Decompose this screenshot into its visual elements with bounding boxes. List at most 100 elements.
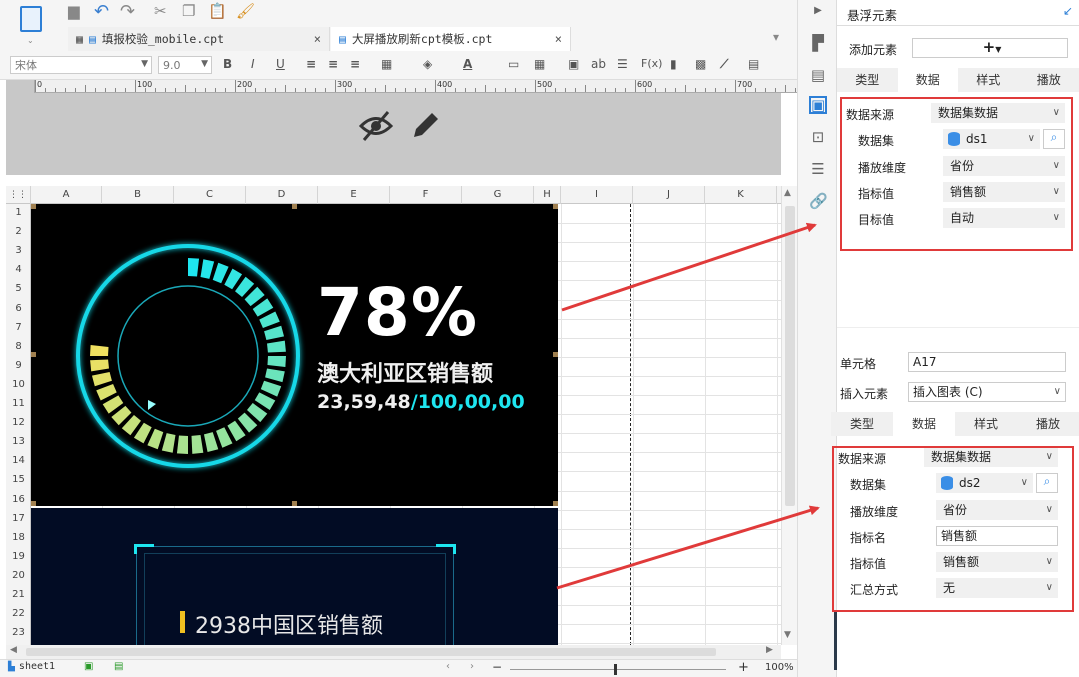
save-icon[interactable]: ▆ <box>68 2 80 20</box>
align-center-icon[interactable]: ≡ <box>328 57 338 71</box>
scroll-down-icon[interactable]: ▼ <box>784 630 791 640</box>
column-header-c[interactable]: C <box>174 186 246 204</box>
column-header-a[interactable]: A <box>31 186 102 204</box>
zoom-in-button[interactable]: + <box>738 660 749 675</box>
column-header-d[interactable]: D <box>246 186 318 204</box>
row-header-2[interactable]: 2 <box>6 226 31 237</box>
cell-attribute-icon[interactable]: ▛ <box>809 34 827 52</box>
merge-icon[interactable]: ▭ <box>508 57 519 71</box>
prev-sheet-icon[interactable]: ‹ <box>446 661 450 672</box>
sub-report-icon[interactable]: ▤ <box>748 57 759 71</box>
add-element-button[interactable]: +▼ <box>912 38 1068 58</box>
row-header-14[interactable]: 14 <box>6 455 31 466</box>
row-header-20[interactable]: 20 <box>6 570 31 581</box>
list-icon[interactable]: ☰ <box>617 57 628 71</box>
column-header-g[interactable]: G <box>462 186 534 204</box>
font-size-select[interactable]: 9.0 ▼ <box>158 56 212 74</box>
template-menu-icon[interactable] <box>20 6 42 32</box>
format-painter-icon[interactable]: 🖌 <box>236 2 255 20</box>
condition-icon[interactable]: ☰ <box>809 160 827 178</box>
column-header-b[interactable]: B <box>102 186 174 204</box>
next-sheet-icon[interactable]: › <box>470 661 474 672</box>
cell-chart-widget[interactable]: 2938中国区销售额 <box>31 508 558 645</box>
cell-input[interactable]: A17 <box>908 352 1066 372</box>
resize-handle[interactable] <box>553 204 558 209</box>
copy-icon[interactable]: ❐ <box>182 2 195 20</box>
resize-handle[interactable] <box>292 204 297 209</box>
italic-button[interactable]: I <box>251 57 255 71</box>
column-header-j[interactable]: J <box>633 186 705 204</box>
column-header-k[interactable]: K <box>705 186 777 204</box>
row-header-21[interactable]: 21 <box>6 589 31 600</box>
tab-style[interactable]: 样式 <box>955 412 1017 436</box>
row-header-13[interactable]: 13 <box>6 436 31 447</box>
tab-data[interactable]: 数据 <box>897 68 958 92</box>
paste-icon[interactable]: 📋 <box>208 2 227 20</box>
close-tab-icon[interactable]: × <box>555 32 562 46</box>
formula-button[interactable]: F(x) <box>641 57 662 70</box>
row-header-1[interactable]: 1 <box>6 207 31 218</box>
align-left-icon[interactable]: ≡ <box>306 57 316 71</box>
row-header-16[interactable]: 16 <box>6 494 31 505</box>
resize-handle[interactable] <box>553 352 558 357</box>
scroll-left-icon[interactable]: ◀ <box>10 645 17 655</box>
row-header-9[interactable]: 9 <box>6 360 31 371</box>
column-header-i[interactable]: I <box>561 186 633 204</box>
slash-icon[interactable]: ⟋ <box>720 57 728 72</box>
cell-info-icon[interactable]: ▤ <box>809 66 827 84</box>
row-header-10[interactable]: 10 <box>6 379 31 390</box>
row-header-18[interactable]: 18 <box>6 532 31 543</box>
text-element-button[interactable]: ab <box>591 57 606 71</box>
scroll-thumb[interactable] <box>26 648 716 656</box>
picture-icon[interactable]: ▩ <box>695 57 706 71</box>
row-header-3[interactable]: 3 <box>6 245 31 256</box>
select-all-icon[interactable]: ⋮⋮ <box>6 186 31 204</box>
menu-chevron-icon[interactable]: ⌄ <box>27 36 34 45</box>
tab-style[interactable]: 样式 <box>958 68 1019 92</box>
tab-data[interactable]: 数据 <box>893 412 955 436</box>
split-icon[interactable]: ▦ <box>534 57 545 71</box>
font-family-select[interactable]: 宋体 ▼ <box>10 56 152 74</box>
scroll-thumb[interactable] <box>785 206 795 506</box>
row-header-19[interactable]: 19 <box>6 551 31 562</box>
border-icon[interactable]: ▦ <box>381 57 392 71</box>
tab-mobile-template[interactable]: ▦ ▤ 填报校验_mobile.cpt × <box>68 27 330 51</box>
column-header-f[interactable]: F <box>390 186 462 204</box>
edit-pencil-icon[interactable] <box>410 109 442 141</box>
row-header-11[interactable]: 11 <box>6 398 31 409</box>
underline-button[interactable]: U <box>276 57 285 71</box>
cut-icon[interactable]: ✂ <box>154 2 167 20</box>
row-header-7[interactable]: 7 <box>6 322 31 333</box>
row-header-8[interactable]: 8 <box>6 341 31 352</box>
row-header-17[interactable]: 17 <box>6 513 31 524</box>
row-header-4[interactable]: 4 <box>6 264 31 275</box>
resize-handle[interactable] <box>292 501 297 506</box>
collapse-arrow-icon[interactable]: ▶ <box>809 2 827 20</box>
add-sheet-icon[interactable]: ▣ <box>84 661 93 672</box>
row-header-15[interactable]: 15 <box>6 474 31 485</box>
tab-play[interactable]: 播放 <box>1017 412 1079 436</box>
widget-icon[interactable]: ⊡ <box>809 128 827 146</box>
vertical-scrollbar[interactable]: ▲ ▼ <box>781 186 797 645</box>
add-poly-sheet-icon[interactable]: ▤ <box>114 661 123 672</box>
tab-list-icon[interactable]: ▾ <box>773 30 779 44</box>
resize-handle[interactable] <box>31 204 36 209</box>
hide-icon[interactable] <box>358 109 394 143</box>
hyperlink-icon[interactable]: 🔗 <box>809 192 828 210</box>
resize-handle[interactable] <box>31 501 36 506</box>
text-color-button[interactable]: A <box>463 57 472 71</box>
close-tab-icon[interactable]: × <box>314 32 321 46</box>
align-right-icon[interactable]: ≡ <box>350 57 360 71</box>
zoom-out-button[interactable]: − <box>492 660 502 674</box>
redo-icon[interactable]: ↷ <box>120 1 135 22</box>
row-header-12[interactable]: 12 <box>6 417 31 428</box>
bold-button[interactable]: B <box>223 57 232 71</box>
column-header-h[interactable]: H <box>534 186 561 204</box>
row-header-6[interactable]: 6 <box>6 303 31 314</box>
insert-element-select[interactable]: 插入图表 (C) ∨ <box>908 382 1066 402</box>
undo-icon[interactable]: ↶ <box>94 1 109 22</box>
tab-type[interactable]: 类型 <box>831 412 893 436</box>
zoom-slider-track[interactable] <box>510 669 726 670</box>
tab-screen-template[interactable]: ▤ 大屏播放刷新cpt模板.cpt × <box>331 27 571 51</box>
floating-gauge-widget[interactable]: 78% 澳大利亚区销售额 23,59,48 /100,00,00 <box>31 204 558 506</box>
